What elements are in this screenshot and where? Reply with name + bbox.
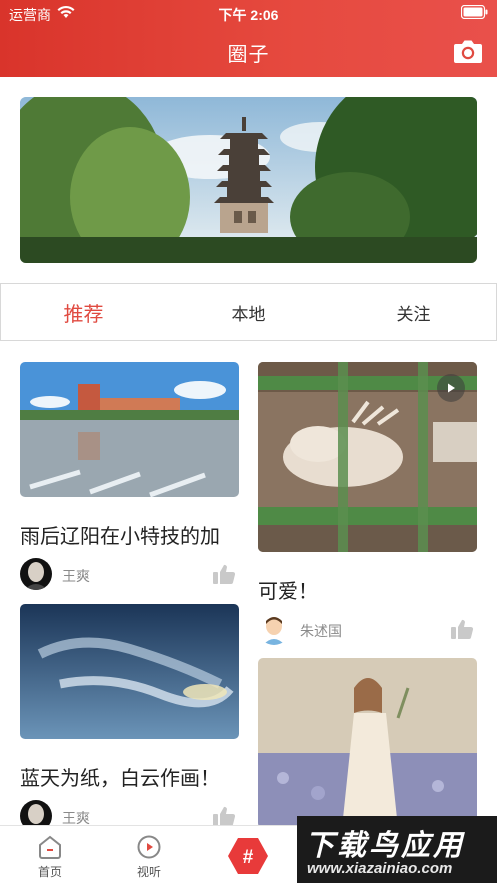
page-title: 圈子 <box>227 44 270 66</box>
hash-label: # <box>243 847 254 868</box>
play-circle-icon <box>137 835 161 859</box>
battery-icon <box>461 5 488 19</box>
watermark-logo: 下载鸟应用 www.xiazainiao.com <box>297 816 497 883</box>
post-image[interactable] <box>20 604 239 739</box>
post-image[interactable] <box>258 658 477 828</box>
cloud-sky-scene <box>20 604 239 739</box>
thumbs-up-icon[interactable] <box>212 563 236 585</box>
rainy-street-scene <box>20 362 239 497</box>
tab-recommended[interactable]: 推荐 <box>1 298 166 327</box>
tab-media-label: 视听 <box>136 865 161 879</box>
post-author[interactable]: 王爽 <box>62 566 90 586</box>
app-header: 运营商 下午 2:06 圈子 <box>0 0 497 77</box>
tab-following[interactable]: 关注 <box>331 300 496 325</box>
status-bar: 运营商 下午 2:06 <box>0 0 497 26</box>
camera-icon[interactable] <box>453 38 483 64</box>
post-title[interactable]: 雨后辽阳在小特技的加 <box>20 520 239 549</box>
post-author[interactable]: 朱述国 <box>300 621 342 641</box>
home-icon <box>39 835 61 859</box>
tab-local[interactable]: 本地 <box>166 300 331 325</box>
cartoon-boy-avatar[interactable] <box>258 613 290 645</box>
tab-home-label: 首页 <box>37 865 62 879</box>
watermark-url: www.xiazainiao.com <box>307 860 453 877</box>
portrait-avatar[interactable] <box>20 558 52 590</box>
thumbs-up-icon[interactable] <box>212 805 236 827</box>
hash-button[interactable]: # <box>227 837 269 875</box>
post-title[interactable]: 可爱！ <box>258 575 477 604</box>
watermark-title: 下载鸟应用 <box>305 830 466 862</box>
thumbs-up-icon[interactable] <box>450 618 474 640</box>
banner-image[interactable] <box>20 97 477 263</box>
post-title[interactable]: 蓝天为纸，白云作画！ <box>20 762 239 791</box>
post-image[interactable] <box>20 362 239 497</box>
girl-in-flowers-scene <box>258 658 477 828</box>
category-tabs: 推荐 本地 关注 <box>0 283 497 341</box>
play-icon <box>437 374 465 402</box>
status-time: 下午 2:06 <box>218 7 279 23</box>
post-video-thumbnail[interactable] <box>258 362 477 552</box>
tab-home[interactable]: 首页 <box>25 834 75 880</box>
tab-media[interactable]: 视听 <box>124 834 174 880</box>
pagoda-scene <box>20 97 477 263</box>
